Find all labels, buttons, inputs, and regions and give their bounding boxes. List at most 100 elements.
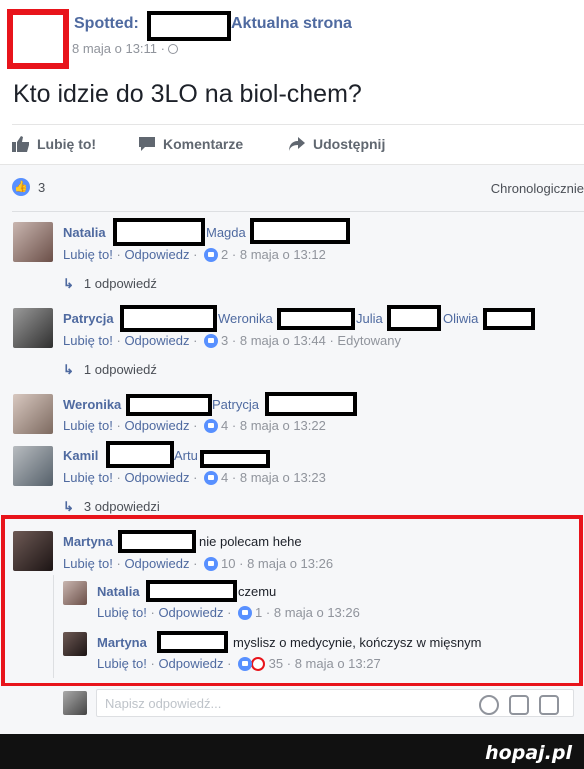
sort-dropdown[interactable]: Chronologicznie (491, 181, 584, 196)
tagged-name[interactable]: Oliwia (443, 311, 478, 326)
comment-like-count[interactable]: 1 (255, 605, 262, 620)
avatar[interactable] (63, 632, 87, 656)
avatar[interactable] (13, 222, 53, 262)
redaction-box (277, 308, 355, 330)
comment-like-count[interactable]: 4 (221, 470, 228, 485)
post-text: Kto idzie do 3LO na biol-chem? (13, 80, 362, 108)
redaction-box (118, 530, 196, 553)
comment-reply-link[interactable]: Odpowiedz (158, 656, 223, 671)
tagged-name[interactable]: Weronika (218, 311, 273, 326)
commenter-name[interactable]: Natalia (63, 225, 106, 240)
commenter-name[interactable]: Patrycja (63, 311, 114, 326)
redaction-box (106, 441, 174, 468)
comment-reply-link[interactable]: Odpowiedz (124, 418, 189, 433)
speech-bubble-icon (139, 137, 155, 151)
comment-like-link[interactable]: Lubię to! (97, 656, 147, 671)
likes-summary[interactable]: 👍 3 Chronologicznie (12, 178, 584, 200)
comment-like-link[interactable]: Lubię to! (97, 605, 147, 620)
commenter-name[interactable]: Martyna (97, 635, 147, 650)
comment-like-count[interactable]: 2 (221, 247, 228, 262)
comment-reply-link[interactable]: Odpowiedz (124, 470, 189, 485)
brand-logo: hopaj.pl (485, 742, 572, 764)
comment-time[interactable]: · 8 maja o 13:23 (232, 470, 326, 485)
avatar[interactable] (13, 308, 53, 348)
tagged-name[interactable]: Patrycja (212, 397, 259, 412)
like-count-icon (238, 657, 253, 671)
comment-like-link[interactable]: Lubię to! (63, 470, 113, 485)
commenter-name[interactable]: Martyna (63, 534, 113, 549)
thumbs-up-icon (12, 136, 29, 152)
tagged-name[interactable]: Artu (174, 448, 198, 463)
comment-meta: Lubię to! · Odpowiedz · 4 · 8 maja o 13:… (63, 470, 326, 485)
edited-label[interactable]: · Edytowany (329, 333, 401, 348)
redaction-box (146, 580, 237, 602)
emoji-icon[interactable] (479, 695, 499, 715)
post-action-bar: Lubię to! Komentarze Udostępnij (12, 124, 584, 164)
camera-icon[interactable] (509, 695, 529, 715)
comment-like-link[interactable]: Lubię to! (63, 333, 113, 348)
post-header: Spotted: Aktualna strona 8 maja o 13:11 … (0, 0, 584, 72)
reply-placeholder: Napisz odpowiedź... (105, 696, 222, 711)
comment-like-link[interactable]: Lubię to! (63, 556, 113, 571)
comment-button[interactable]: Komentarze (138, 136, 243, 152)
tagged-name[interactable]: Julia (356, 311, 383, 326)
page-avatar[interactable] (7, 9, 69, 69)
post-timestamp[interactable]: 8 maja o 13:11 · (72, 41, 178, 56)
like-count-icon (238, 606, 253, 620)
reply-input[interactable]: Napisz odpowiedź... (96, 689, 574, 717)
comment-reply-link[interactable]: Odpowiedz (124, 247, 189, 262)
comment-reply-link[interactable]: Odpowiedz (158, 605, 223, 620)
view-replies-link[interactable]: ↳ 3 odpowiedzi (63, 499, 160, 515)
likes-count: 3 (38, 180, 46, 195)
redaction-box (483, 308, 535, 330)
page-suffix[interactable]: Aktualna strona (231, 15, 352, 33)
reply-thread-line (53, 575, 54, 678)
comment-like-count[interactable]: 4 (221, 418, 228, 433)
commenter-name[interactable]: Weronika (63, 397, 121, 412)
avatar[interactable] (13, 531, 53, 571)
comment-meta: Lubię to! · Odpowiedz · 4 · 8 maja o 13:… (63, 418, 326, 433)
comment-like-count[interactable]: 10 (221, 556, 235, 571)
comment-text: nie polecam hehe (199, 534, 302, 549)
write-reply-row: Napisz odpowiedź... (0, 686, 584, 734)
share-button[interactable]: Udostępnij (288, 136, 385, 152)
comment-like-link[interactable]: Lubię to! (63, 247, 113, 262)
like-count-icon (204, 557, 219, 571)
commenter-name[interactable]: Kamil (63, 448, 98, 463)
tagged-name[interactable]: Magda (206, 225, 246, 240)
comment-time[interactable]: · 8 maja o 13:26 (266, 605, 360, 620)
comment-reply-link[interactable]: Odpowiedz (124, 333, 189, 348)
page-name-link[interactable]: Spotted: (74, 15, 139, 33)
redaction-box (120, 305, 217, 332)
commenter-name[interactable]: Natalia (97, 584, 140, 599)
reply-arrow-icon: ↳ (63, 362, 74, 377)
avatar[interactable] (63, 581, 87, 605)
comment-time[interactable]: · 8 maja o 13:22 (232, 418, 326, 433)
redaction-box (126, 394, 212, 416)
comment-like-link[interactable]: Lubię to! (63, 418, 113, 433)
like-reaction-icon: 👍 (12, 178, 30, 196)
sticker-icon[interactable] (539, 695, 559, 715)
redaction-box (250, 218, 350, 244)
view-replies-link[interactable]: ↳ 1 odpowiedź (63, 276, 157, 292)
comment-meta: Lubię to! · Odpowiedz · 10 · 8 maja o 13… (63, 556, 334, 571)
like-button[interactable]: Lubię to! (12, 136, 96, 152)
avatar[interactable] (13, 394, 53, 434)
comment-time[interactable]: · 8 maja o 13:26 (239, 556, 333, 571)
like-count-icon (204, 248, 219, 262)
comment-like-count[interactable]: 35 (269, 656, 283, 671)
share-arrow-icon (289, 137, 305, 151)
like-label: Lubię to! (37, 136, 97, 152)
redaction-box (147, 11, 231, 41)
comment-time[interactable]: · 8 maja o 13:12 (232, 247, 326, 262)
avatar[interactable] (13, 446, 53, 486)
comment-time[interactable]: · 8 maja o 13:44 (232, 333, 326, 348)
like-count-icon (204, 334, 219, 348)
globe-icon (167, 44, 178, 54)
view-replies-link[interactable]: ↳ 1 odpowiedź (63, 362, 157, 378)
comment-time[interactable]: · 8 maja o 13:27 (287, 656, 381, 671)
comment-reply-link[interactable]: Odpowiedz (124, 556, 189, 571)
avatar (63, 691, 87, 715)
comment-like-count[interactable]: 3 (221, 333, 228, 348)
comment-meta: Lubię to! · Odpowiedz · 3 · 8 maja o 13:… (63, 333, 402, 348)
